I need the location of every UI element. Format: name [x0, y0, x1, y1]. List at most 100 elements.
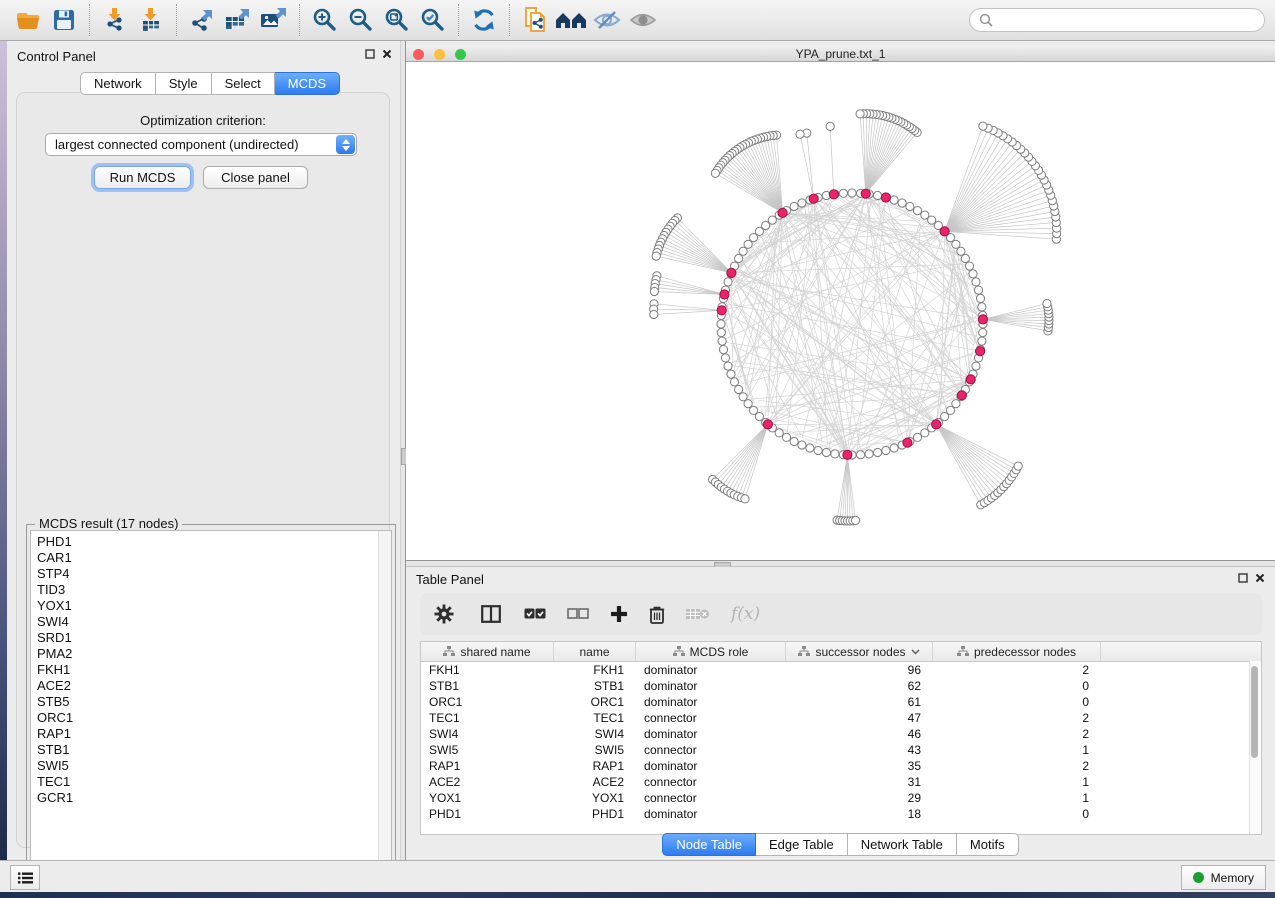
mcds-result-item[interactable]: ACE2	[31, 678, 379, 694]
cell-mcds-role: connector	[636, 775, 786, 789]
network-window-titlebar[interactable]: YPA_prune.txt_1	[406, 45, 1275, 62]
zoom-out-button[interactable]	[343, 4, 379, 36]
tab-mcds[interactable]: MCDS	[275, 72, 340, 95]
mcds-result-item[interactable]: TID3	[31, 582, 379, 598]
cell-shared-name: SWI4	[421, 727, 554, 741]
import-table-button[interactable]	[133, 4, 169, 36]
mcds-result-item[interactable]: CAR1	[31, 550, 379, 566]
mcds-result-item[interactable]: STB1	[31, 742, 379, 758]
run-mcds-button[interactable]: Run MCDS	[94, 166, 191, 189]
tab-edge-table[interactable]: Edge Table	[756, 833, 848, 856]
mcds-result-item[interactable]: YOX1	[31, 598, 379, 614]
mcds-result-item[interactable]: GCR1	[31, 790, 379, 806]
mcds-result-item[interactable]: STB5	[31, 694, 379, 710]
close-panel-button[interactable]: Close panel	[203, 166, 308, 189]
tab-node-table[interactable]: Node Table	[662, 833, 756, 856]
import-table-icon	[138, 7, 164, 33]
table-row[interactable]: FKH1FKH1dominator962	[421, 662, 1261, 678]
column-header-mcds-role[interactable]: MCDS role	[636, 642, 786, 661]
toolbar-separator	[89, 4, 90, 36]
table-scrollbar[interactable]	[1249, 661, 1261, 834]
tab-network-table[interactable]: Network Table	[848, 833, 957, 856]
tab-style[interactable]: Style	[156, 72, 212, 95]
cell-successor-nodes: 47	[786, 711, 933, 725]
split-panel-icon[interactable]	[481, 605, 501, 623]
hide-selected-button[interactable]	[589, 4, 625, 36]
mcds-result-item[interactable]: ORC1	[31, 710, 379, 726]
right-workspace: YPA_prune.txt_1 Table Panel f(x)	[406, 41, 1275, 860]
cell-mcds-role: dominator	[636, 695, 786, 709]
cell-predecessor-nodes: 0	[933, 695, 1101, 709]
mcds-result-item[interactable]: STP4	[31, 566, 379, 582]
table-row[interactable]: STB1STB1dominator620	[421, 678, 1261, 694]
close-panel-icon[interactable]	[1255, 573, 1265, 583]
table-row[interactable]: ACE2ACE2connector311	[421, 774, 1261, 790]
network-graph[interactable]	[406, 62, 1275, 560]
cell-successor-nodes: 35	[786, 759, 933, 773]
table-row[interactable]: SWI4SWI4dominator462	[421, 726, 1261, 742]
memory-status-icon	[1193, 872, 1204, 883]
search-input[interactable]	[998, 12, 1255, 28]
task-history-button[interactable]	[10, 865, 40, 890]
select-all-icon[interactable]	[524, 608, 546, 620]
cell-name: STB1	[554, 679, 636, 693]
mcds-result-item[interactable]: RAP1	[31, 726, 379, 742]
mcds-result-item[interactable]: SWI5	[31, 758, 379, 774]
mcds-result-item[interactable]: PHD1	[31, 534, 379, 550]
delete-column-icon[interactable]	[649, 605, 665, 624]
zoom-selected-button[interactable]	[415, 4, 451, 36]
column-header-name[interactable]: name	[554, 642, 636, 661]
network-column-icon	[798, 646, 810, 657]
mcds-result-item[interactable]: TEC1	[31, 774, 379, 790]
mcds-result-listbox[interactable]: PHD1CAR1STP4TID3YOX1SWI4SRD1PMA2FKH1ACE2…	[30, 530, 392, 860]
column-header-successor-nodes[interactable]: successor nodes	[786, 642, 933, 661]
tab-motifs[interactable]: Motifs	[957, 833, 1019, 856]
zoom-fit-button[interactable]	[379, 4, 415, 36]
tab-select[interactable]: Select	[212, 72, 275, 95]
export-network-button[interactable]	[184, 4, 220, 36]
import-network-button[interactable]	[97, 4, 133, 36]
refresh-button[interactable]	[466, 4, 502, 36]
mcds-result-item[interactable]: PMA2	[31, 646, 379, 662]
open-file-button[interactable]	[10, 4, 46, 36]
network-canvas[interactable]	[406, 62, 1275, 560]
mcds-result-item[interactable]: FKH1	[31, 662, 379, 678]
cell-predecessor-nodes: 2	[933, 711, 1101, 725]
table-row[interactable]: ORC1ORC1dominator610	[421, 694, 1261, 710]
table-row[interactable]: TEC1TEC1connector472	[421, 710, 1261, 726]
mcds-result-item[interactable]: SRD1	[31, 630, 379, 646]
memory-button[interactable]: Memory	[1181, 865, 1266, 890]
horizontal-splitter[interactable]	[406, 560, 1275, 567]
table-row[interactable]: YOX1YOX1connector291	[421, 790, 1261, 806]
deselect-all-icon[interactable]	[567, 608, 589, 620]
float-panel-icon[interactable]	[365, 49, 375, 59]
column-header-shared-name[interactable]: shared name	[421, 642, 554, 661]
table-row[interactable]: PHD1PHD1dominator180	[421, 806, 1261, 822]
cell-mcds-role: dominator	[636, 679, 786, 693]
tab-network[interactable]: Network	[80, 72, 156, 95]
zoom-selected-icon	[420, 7, 446, 33]
add-column-icon[interactable]	[610, 605, 628, 623]
mcds-list-scrollbar[interactable]	[378, 531, 391, 860]
copy-network-button[interactable]	[517, 4, 553, 36]
list-icon	[18, 872, 33, 884]
first-neighbors-button[interactable]	[553, 4, 589, 36]
export-table-button[interactable]	[220, 4, 256, 36]
node-table[interactable]: shared namenameMCDS rolesuccessor nodesp…	[420, 641, 1262, 835]
float-panel-icon[interactable]	[1238, 573, 1248, 583]
show-all-button[interactable]	[625, 4, 661, 36]
mcds-result-item[interactable]: SWI4	[31, 614, 379, 630]
search-box[interactable]	[969, 8, 1265, 32]
table-row[interactable]: SWI5SWI5connector431	[421, 742, 1261, 758]
zoom-in-button[interactable]	[307, 4, 343, 36]
save-session-button[interactable]	[46, 4, 82, 36]
column-header-predecessor-nodes[interactable]: predecessor nodes	[933, 642, 1101, 661]
scrollbar-thumb[interactable]	[1251, 666, 1258, 758]
cell-mcds-role: connector	[636, 791, 786, 805]
table-row[interactable]: RAP1RAP1dominator352	[421, 758, 1261, 774]
close-panel-icon[interactable]	[382, 49, 392, 59]
criterion-dropdown[interactable]: largest connected component (undirected)	[45, 133, 357, 156]
gear-icon[interactable]	[434, 604, 454, 624]
export-image-button[interactable]	[256, 4, 292, 36]
cell-predecessor-nodes: 2	[933, 759, 1101, 773]
